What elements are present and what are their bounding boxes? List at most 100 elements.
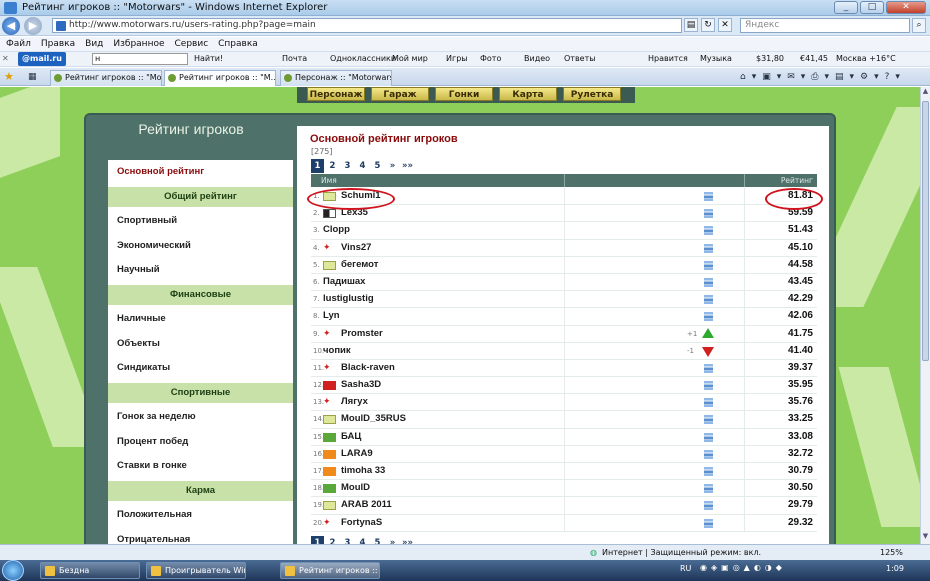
compat-view-icon[interactable]: ▤: [684, 18, 698, 32]
player-name[interactable]: MoulD_35RUS: [341, 413, 406, 424]
start-button[interactable]: [2, 560, 24, 581]
taskbar-button-ie[interactable]: Рейтинг игроков :: "...: [280, 562, 380, 579]
menu-item-5[interactable]: Справка: [218, 37, 258, 51]
stats-icon[interactable]: [704, 192, 713, 201]
page-link-1[interactable]: 2: [326, 159, 339, 173]
sidebar-item-11[interactable]: Процент побед: [108, 430, 293, 454]
page-link-4[interactable]: 5: [371, 536, 384, 544]
sidebar-item-12[interactable]: Ставки в гонке: [108, 454, 293, 478]
taskbar-button-abyss[interactable]: Бездна: [40, 562, 140, 579]
language-indicator[interactable]: RU: [680, 564, 691, 573]
player-name[interactable]: Vins27: [341, 242, 371, 253]
quick-tabs-icon[interactable]: ▦: [28, 70, 37, 84]
page-link-3[interactable]: 4: [356, 536, 369, 544]
menu-item-3[interactable]: Избранное: [113, 37, 164, 51]
scroll-down-icon[interactable]: ▼: [921, 532, 930, 544]
sidebar-item-4[interactable]: Научный: [108, 258, 293, 282]
column-rating[interactable]: Рейтинг: [781, 174, 813, 187]
tab-rating-2[interactable]: Рейтинг игроков :: "M...": [164, 70, 276, 86]
page-link-3[interactable]: 4: [356, 159, 369, 173]
tray-icons[interactable]: ◉◈▣◎▲◐◑◆: [700, 563, 786, 572]
sidebar-item-10[interactable]: Гонок за неделю: [108, 405, 293, 429]
player-name[interactable]: Black-raven: [341, 362, 395, 373]
player-name[interactable]: ARAB 2011: [341, 499, 392, 510]
toolbar-link-1[interactable]: Одноклассники: [330, 52, 396, 66]
sidebar-item-7[interactable]: Объекты: [108, 332, 293, 356]
stats-icon[interactable]: [704, 381, 713, 391]
stats-icon[interactable]: [704, 415, 713, 425]
toolbar-info-0[interactable]: Нравится: [648, 52, 688, 66]
menu-item-1[interactable]: Правка: [41, 37, 75, 51]
command-bar-icons[interactable]: ⌂▾▣▾✉▾⎙▾▤▾⚙▾?▾: [740, 70, 906, 84]
close-toolbar-icon[interactable]: ✕: [2, 52, 9, 66]
stats-icon[interactable]: [704, 260, 713, 270]
player-name[interactable]: LARA9: [341, 448, 373, 459]
toolbar-search-input[interactable]: н: [92, 53, 188, 65]
player-name[interactable]: lustiglustig: [323, 293, 374, 304]
topnav-1[interactable]: Гараж: [371, 87, 429, 101]
sidebar-item-8[interactable]: Синдикаты: [108, 356, 293, 380]
player-name[interactable]: MoulD: [341, 482, 370, 493]
column-name[interactable]: Имя: [321, 174, 337, 187]
back-button[interactable]: ◀: [2, 17, 20, 35]
toolbar-link-5[interactable]: Видео: [524, 52, 550, 66]
toolbar-info-3[interactable]: €41,45: [800, 52, 828, 66]
zoom-level[interactable]: 125%: [880, 545, 903, 560]
url-input[interactable]: http://www.motorwars.ru/users-rating.php…: [52, 18, 682, 33]
menu-item-0[interactable]: Файл: [6, 37, 31, 51]
player-name[interactable]: FortynaS: [341, 517, 382, 528]
stats-icon[interactable]: [704, 501, 713, 511]
page-link-1[interactable]: 2: [326, 536, 339, 544]
taskbar-button-player[interactable]: Проигрыватель Win...: [146, 562, 246, 579]
stats-icon[interactable]: [704, 243, 713, 253]
sidebar-item-0[interactable]: Основной рейтинг: [108, 160, 293, 184]
stats-icon[interactable]: [704, 363, 713, 373]
sidebar-item-2[interactable]: Спортивный: [108, 209, 293, 233]
topnav-4[interactable]: Рулетка: [563, 87, 621, 101]
toolbar-link-3[interactable]: Игры: [446, 52, 468, 66]
find-button[interactable]: Найти!: [194, 52, 223, 66]
toolbar-info-2[interactable]: $31,80: [756, 52, 784, 66]
scroll-up-icon[interactable]: ▲: [921, 87, 930, 99]
tab-rating-1[interactable]: Рейтинг игроков :: "Moto...": [50, 70, 162, 86]
stats-icon[interactable]: [704, 518, 713, 528]
forward-button[interactable]: ▶: [24, 17, 42, 35]
page-link-6[interactable]: »»: [401, 159, 414, 173]
close-button[interactable]: ✕: [886, 1, 926, 14]
page-link-0[interactable]: 1: [311, 536, 324, 544]
sidebar-item-14[interactable]: Положительная: [108, 503, 293, 527]
page-link-0[interactable]: 1: [311, 159, 324, 173]
toolbar-link-0[interactable]: Почта: [282, 52, 307, 66]
minimize-button[interactable]: _: [834, 1, 858, 14]
player-name[interactable]: бегемот: [341, 259, 378, 270]
mailru-logo[interactable]: @mail.ru: [18, 52, 66, 66]
search-input[interactable]: Яндекс: [740, 18, 910, 33]
sidebar-item-15[interactable]: Отрицательная: [108, 528, 293, 545]
page-link-5[interactable]: »: [386, 536, 399, 544]
toolbar-info-4[interactable]: Москва +16°C: [836, 52, 896, 66]
topnav-3[interactable]: Карта: [499, 87, 557, 101]
player-name[interactable]: Clopp: [323, 224, 350, 235]
stats-icon[interactable]: [704, 226, 713, 236]
stats-icon[interactable]: [704, 449, 713, 459]
page-link-2[interactable]: 3: [341, 159, 354, 173]
player-name[interactable]: Lyn: [323, 310, 340, 321]
topnav-2[interactable]: Гонки: [435, 87, 493, 101]
player-name[interactable]: чопик: [323, 345, 351, 356]
toolbar-link-2[interactable]: Мой мир: [392, 52, 428, 66]
player-name[interactable]: Sasha3D: [341, 379, 381, 390]
toolbar-link-4[interactable]: Фото: [480, 52, 501, 66]
stats-icon[interactable]: [704, 209, 713, 219]
menu-item-4[interactable]: Сервис: [175, 37, 209, 51]
stats-icon[interactable]: [704, 432, 713, 442]
stats-icon[interactable]: [704, 467, 713, 476]
menu-item-2[interactable]: Вид: [85, 37, 103, 51]
stats-icon[interactable]: [704, 277, 713, 287]
refresh-icon[interactable]: ↻: [701, 18, 715, 32]
player-name[interactable]: БАЦ: [341, 431, 361, 442]
toolbar-info-1[interactable]: Музыка: [700, 52, 732, 66]
stats-icon[interactable]: [704, 295, 713, 305]
sidebar-item-3[interactable]: Экономический: [108, 234, 293, 258]
page-link-4[interactable]: 5: [371, 159, 384, 173]
toolbar-link-6[interactable]: Ответы: [564, 52, 596, 66]
